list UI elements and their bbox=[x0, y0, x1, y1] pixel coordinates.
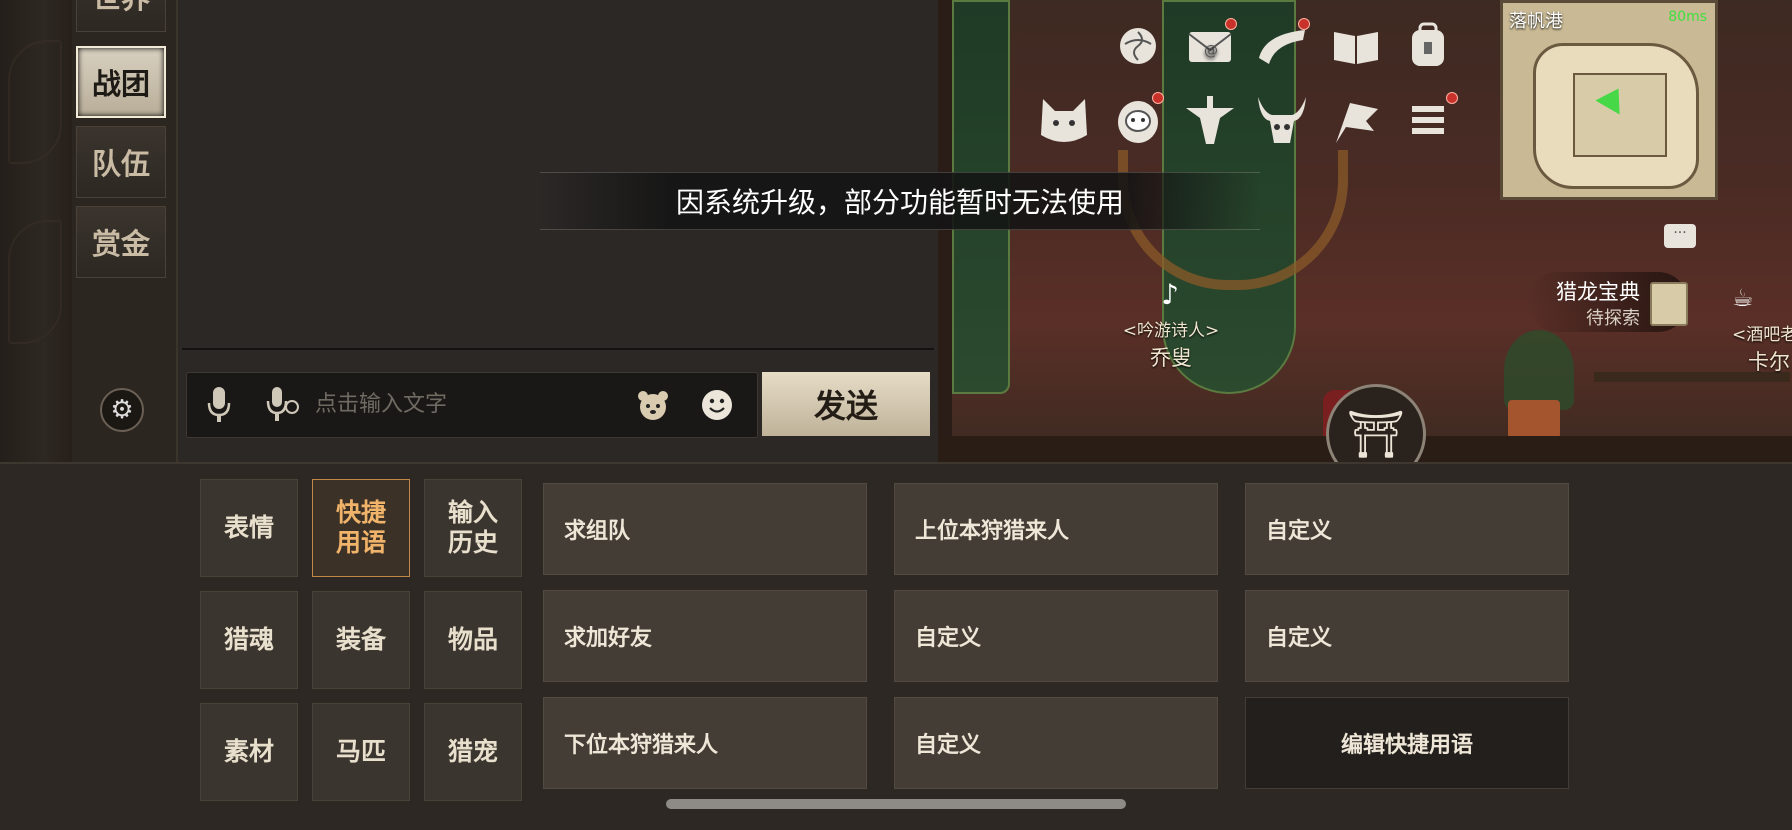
quick-phrase-button[interactable]: 求组队 bbox=[543, 483, 867, 575]
settings-button[interactable]: ⚙ bbox=[100, 388, 144, 432]
category-emotes[interactable]: 表情 bbox=[200, 479, 298, 577]
notification-dot bbox=[1152, 92, 1164, 104]
ornament-decoration bbox=[8, 40, 62, 164]
backpack-icon[interactable] bbox=[1400, 18, 1456, 74]
notification-dot bbox=[1446, 92, 1458, 104]
npc-bartender-title: <酒吧老 bbox=[1732, 325, 1792, 345]
edit-quick-phrases-button[interactable]: 编辑快捷用语 bbox=[1245, 697, 1569, 789]
notification-dot bbox=[1298, 18, 1310, 30]
notification-dot bbox=[1225, 18, 1237, 30]
chat-divider bbox=[182, 348, 934, 350]
category-hunter-soul[interactable]: 猎魂 bbox=[200, 591, 298, 689]
tab-world[interactable]: 世界 bbox=[76, 0, 166, 32]
quick-phrase-button[interactable]: 自定义 bbox=[1245, 483, 1569, 575]
dragon-codex-button[interactable]: 猎龙宝典 待探索 bbox=[1528, 272, 1688, 332]
quick-phrase-button[interactable]: 自定义 bbox=[1245, 590, 1569, 682]
npc-bartender-name[interactable]: 卡尔 bbox=[1748, 346, 1792, 376]
left-decorative-rail bbox=[0, 0, 73, 462]
send-button[interactable]: 发送 bbox=[762, 372, 930, 436]
system-notice-text: 因系统升级，部分功能暂时无法使用 bbox=[675, 186, 1124, 219]
tab-team[interactable]: 队伍 bbox=[76, 126, 166, 198]
chat-input-bar[interactable]: 点击输入文字 bbox=[186, 372, 758, 438]
npc-bard-title: <吟游诗人> bbox=[1122, 321, 1220, 341]
category-materials[interactable]: 素材 bbox=[200, 703, 298, 801]
quick-phrase-button[interactable]: 上位本狩猎来人 bbox=[894, 483, 1218, 575]
lute-icon: ♪ bbox=[1161, 278, 1179, 311]
home-indicator[interactable] bbox=[666, 799, 1126, 809]
category-horses[interactable]: 马匹 bbox=[312, 703, 410, 801]
category-input-history[interactable]: 输入 历史 bbox=[424, 479, 522, 577]
quick-phrase-button[interactable]: 下位本狩猎来人 bbox=[543, 697, 867, 789]
category-equipment[interactable]: 装备 bbox=[312, 591, 410, 689]
scene-pillar bbox=[938, 0, 952, 462]
emoji-icon[interactable] bbox=[697, 383, 737, 427]
quick-phrase-button[interactable]: 自定义 bbox=[894, 590, 1218, 682]
category-pets[interactable]: 猎宠 bbox=[424, 703, 522, 801]
pet-sticker-icon[interactable] bbox=[633, 383, 673, 427]
category-items[interactable]: 物品 bbox=[424, 591, 522, 689]
tab-bounty[interactable]: 赏金 bbox=[76, 206, 166, 278]
flag-icon[interactable] bbox=[1328, 92, 1384, 148]
system-notice-banner: 因系统升级，部分功能暂时无法使用 bbox=[540, 172, 1260, 230]
codex-subtitle: 待探索 bbox=[1586, 308, 1640, 329]
chat-input-placeholder[interactable]: 点击输入文字 bbox=[315, 373, 447, 437]
book-icon[interactable] bbox=[1328, 18, 1384, 74]
cat-mask-icon[interactable] bbox=[1036, 92, 1092, 148]
chat-bubble-icon[interactable]: ··· bbox=[1664, 224, 1696, 248]
category-quick-phrases[interactable]: 快捷 用语 bbox=[312, 479, 410, 577]
npc-bard-name[interactable]: 乔叟 bbox=[1116, 342, 1226, 372]
minimap-building bbox=[1573, 73, 1667, 157]
minimap-location: 落帆港 bbox=[1509, 11, 1563, 32]
voice-to-text-icon[interactable] bbox=[263, 383, 303, 427]
mug-icon: ☕ bbox=[1732, 284, 1754, 312]
quick-phrase-button[interactable]: 求加好友 bbox=[543, 590, 867, 682]
dragon-book-icon bbox=[1650, 282, 1688, 326]
rose-icon[interactable] bbox=[1110, 18, 1166, 74]
bull-skull-icon[interactable] bbox=[1254, 92, 1310, 148]
tab-guild[interactable]: 战团 bbox=[76, 46, 166, 118]
codex-title: 猎龙宝典 bbox=[1556, 280, 1640, 304]
gear-icon: ⚙ bbox=[110, 395, 134, 425]
minimap[interactable]: 落帆港 80ms bbox=[1500, 0, 1718, 200]
ornament-decoration bbox=[8, 220, 62, 344]
svg-text:@: @ bbox=[1204, 43, 1218, 59]
quick-phrase-button[interactable]: 自定义 bbox=[894, 697, 1218, 789]
crest-icon[interactable] bbox=[1182, 92, 1238, 148]
microphone-icon[interactable] bbox=[199, 383, 239, 427]
network-ping: 80ms bbox=[1668, 9, 1707, 25]
gate-icon: ⛩ bbox=[1346, 406, 1406, 461]
potted-plant bbox=[1504, 330, 1574, 410]
